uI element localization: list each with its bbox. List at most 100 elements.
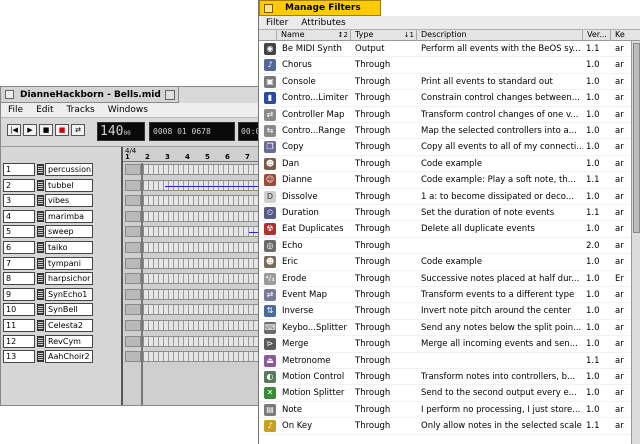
lane-header[interactable]: [125, 179, 141, 191]
track-row[interactable]: 7 tympani: [3, 256, 117, 271]
lane-header[interactable]: [125, 242, 141, 253]
lane-header[interactable]: [125, 320, 141, 331]
track-row[interactable]: 12 RevCym: [3, 334, 117, 349]
lane-header[interactable]: [125, 273, 141, 285]
track-lane[interactable]: [143, 195, 261, 207]
track-row[interactable]: 1 percussion: [3, 163, 117, 177]
record-button[interactable]: ■: [55, 124, 69, 136]
track-row[interactable]: 9 SynEcho1: [3, 287, 117, 302]
lane-header[interactable]: [125, 226, 141, 238]
track-name[interactable]: AahChoir2: [45, 350, 93, 364]
menu-tracks[interactable]: Tracks: [60, 105, 101, 115]
filter-row[interactable]: ♪ On Key Through Only allow notes in the se…: [259, 418, 631, 435]
track-row[interactable]: 5 sweep: [3, 225, 117, 239]
track-name[interactable]: vibes: [45, 194, 93, 208]
track-row[interactable]: 13 AahChoir2: [3, 350, 117, 364]
track-name[interactable]: sweep: [45, 225, 93, 239]
menu-windows[interactable]: Windows: [101, 105, 154, 115]
stop-button[interactable]: ■: [39, 124, 53, 136]
menu-file[interactable]: File: [1, 105, 29, 115]
filter-row[interactable]: ◉ Be MIDI Synth Output Perform all events w…: [259, 41, 631, 58]
lane-header[interactable]: [125, 195, 141, 207]
track-name[interactable]: Celesta2: [45, 319, 93, 332]
track-lane[interactable]: [143, 164, 261, 175]
filter-row[interactable]: ⁴/₄ Erode Through Successive notes placed a…: [259, 271, 631, 287]
track-row[interactable]: 2 tubbel: [3, 178, 117, 193]
filter-row[interactable]: ⌨ Keybo...Splitter Through Send any notes b…: [259, 320, 631, 337]
lane-header[interactable]: [125, 164, 141, 175]
filter-row[interactable]: ▣ Console Through Print all events to stand…: [259, 74, 631, 91]
close-box-icon[interactable]: [264, 3, 273, 13]
track-event-line[interactable]: [165, 185, 261, 187]
filter-row[interactable]: ▤ Note Through I perform no processing, I j…: [259, 402, 631, 419]
bar-ruler[interactable]: 1 2 3 4 5 6 7: [123, 153, 263, 162]
filter-row[interactable]: ⏏ Metronome Through 1.1 ar: [259, 353, 631, 369]
track-name[interactable]: SynEcho1: [45, 287, 93, 301]
sequencer-title-tab[interactable]: DianneHackborn - Bells.mid: [1, 87, 179, 103]
lane-header[interactable]: [125, 210, 141, 222]
filter-row[interactable]: ⏲ Duration Through Set the duration of note…: [259, 205, 631, 222]
track-lane[interactable]: [143, 335, 261, 347]
menu-edit[interactable]: Edit: [29, 105, 59, 115]
column-header-version[interactable]: Ver...: [583, 30, 611, 41]
tempo-display[interactable]: 14000: [97, 122, 145, 141]
filter-row[interactable]: ⇄ Event Map Through Transform events to a d…: [259, 287, 631, 304]
close-box-icon[interactable]: [5, 90, 14, 99]
column-header-key[interactable]: Ke: [611, 30, 640, 41]
filter-row[interactable]: ☻ Eric Through Code example 1.0 ar: [259, 254, 631, 271]
track-name[interactable]: taiko: [45, 241, 93, 254]
loop-button[interactable]: ⇄: [71, 124, 85, 136]
track-name[interactable]: harpsichor: [45, 272, 93, 286]
track-lane[interactable]: [143, 257, 261, 269]
menu-attributes[interactable]: Attributes: [294, 18, 351, 28]
menu-filter[interactable]: Filter: [259, 18, 294, 28]
lane-header[interactable]: [125, 351, 141, 363]
zoom-box-icon[interactable]: [165, 90, 175, 100]
play-button[interactable]: ▶: [23, 124, 37, 136]
track-lane[interactable]: [143, 210, 261, 222]
lane-header[interactable]: [125, 257, 141, 269]
filter-row[interactable]: ✕ Motion Splitter Through Send to the secon…: [259, 385, 631, 402]
filter-row[interactable]: D Dissolve Through 1 a: to become dissipate…: [259, 189, 631, 205]
filter-row[interactable]: ☻ Dan Through Code example 1.0 ar: [259, 156, 631, 173]
track-lane[interactable]: [143, 288, 261, 300]
track-row[interactable]: 10 SynBell: [3, 303, 117, 317]
lane-header[interactable]: [125, 288, 141, 300]
track-name[interactable]: marimba: [45, 209, 93, 223]
track-lane[interactable]: [143, 304, 261, 316]
track-lane[interactable]: [143, 320, 261, 331]
track-lane[interactable]: [143, 273, 261, 285]
filter-row[interactable]: ⇄ Controller Map Through Transform control …: [259, 107, 631, 123]
track-name[interactable]: SynBell: [45, 303, 93, 317]
filter-row[interactable]: ❐ Copy Through Copy all events to all of my…: [259, 139, 631, 156]
filter-row[interactable]: ▮ Contro...Limiter Through Constrain contro…: [259, 90, 631, 107]
track-row[interactable]: 8 harpsichor: [3, 272, 117, 286]
filter-row[interactable]: ☺ Dianne Through Code example: Play a soft …: [259, 172, 631, 189]
vertical-scrollbar[interactable]: [631, 41, 640, 444]
track-row[interactable]: 4 marimba: [3, 209, 117, 224]
filter-row[interactable]: ☢ Eat Duplicates Through Delete all duplica…: [259, 221, 631, 238]
track-row[interactable]: 3 vibes: [3, 194, 117, 208]
track-name[interactable]: RevCym: [45, 334, 93, 348]
track-name[interactable]: tubbel: [45, 178, 93, 192]
track-name[interactable]: percussion: [45, 163, 93, 176]
filters-title-tab[interactable]: Manage Filters: [259, 0, 381, 16]
filter-row[interactable]: ⇆ Contro...Range Through Map the selected c…: [259, 123, 631, 140]
rewind-button[interactable]: |◀: [7, 124, 21, 136]
column-header-icon[interactable]: [259, 30, 277, 41]
scrollbar-thumb[interactable]: [633, 43, 640, 233]
lane-header[interactable]: [125, 304, 141, 316]
track-name[interactable]: tympani: [45, 256, 93, 270]
filter-row[interactable]: ⇅ Inverse Through Invert note pitch around …: [259, 303, 631, 320]
track-lane[interactable]: [143, 351, 261, 363]
column-header-description[interactable]: Description: [417, 30, 583, 41]
filter-row[interactable]: ⊳ Merge Through Merge all incoming events a…: [259, 336, 631, 353]
filter-row[interactable]: ♪ Chorus Through 1.0 ar: [259, 57, 631, 74]
track-row[interactable]: 6 taiko: [3, 241, 117, 255]
track-row[interactable]: 11 Celesta2: [3, 319, 117, 333]
column-header-type[interactable]: Type ↓1: [351, 30, 417, 41]
track-grid[interactable]: 4/4 1234567: [121, 147, 263, 405]
track-lane[interactable]: [143, 242, 261, 253]
filter-row[interactable]: ◎ Echo Through 2.0 ar: [259, 238, 631, 255]
track-lane[interactable]: [143, 226, 261, 238]
